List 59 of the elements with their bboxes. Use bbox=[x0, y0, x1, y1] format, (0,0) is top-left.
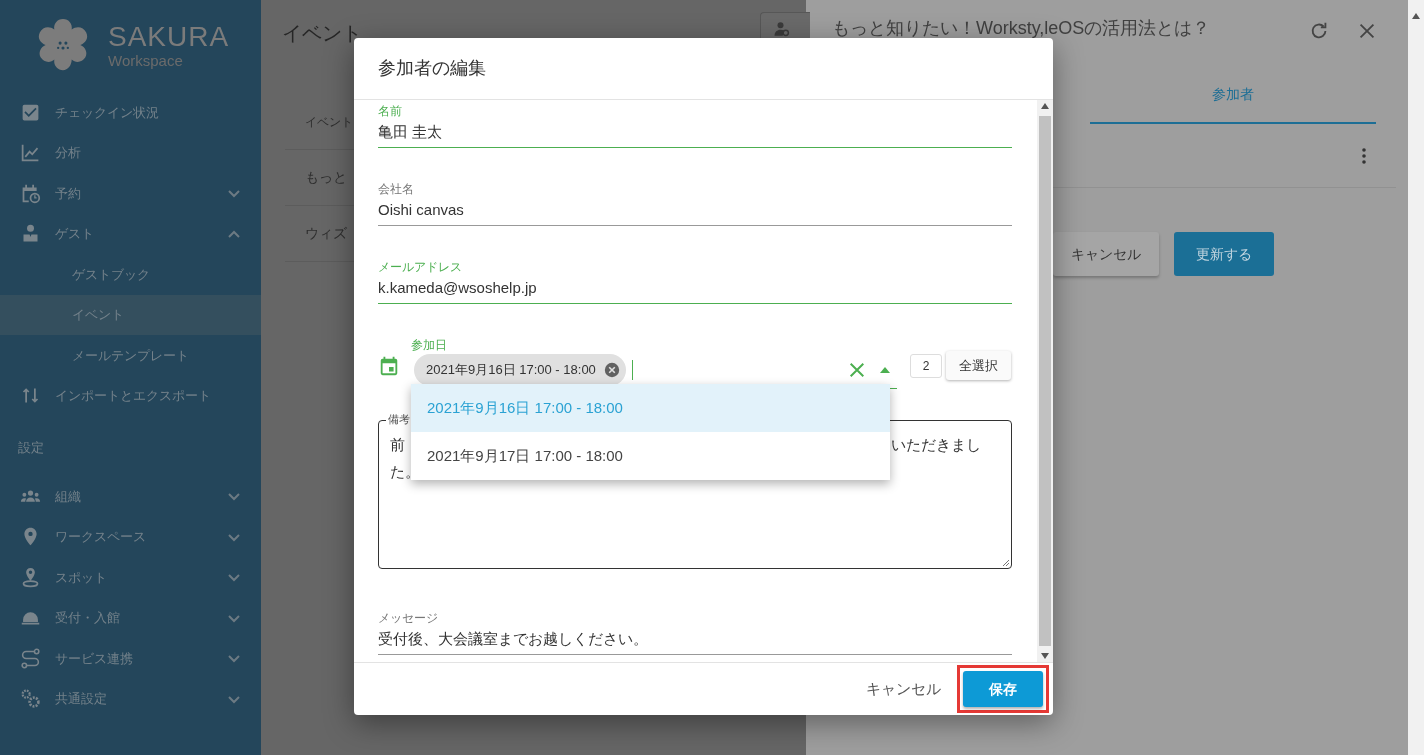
field-label: メールアドレス bbox=[378, 260, 463, 274]
brand-name: SAKURA bbox=[108, 22, 230, 52]
field-text: 前 bbox=[390, 435, 405, 455]
spot-pin-icon bbox=[20, 566, 41, 588]
update-button[interactable]: 更新する bbox=[1174, 232, 1274, 276]
tab[interactable]: 参加者 bbox=[1090, 62, 1376, 124]
dialog-title: 参加者の編集 bbox=[378, 57, 486, 80]
line-chart-icon bbox=[20, 142, 41, 164]
field-label: 参加日 bbox=[411, 338, 448, 352]
sidebar-item[interactable]: スポット bbox=[0, 557, 261, 598]
field-label: 備考 bbox=[386, 412, 412, 426]
field-label: 会社名 bbox=[378, 182, 415, 196]
person-icon bbox=[773, 19, 791, 38]
route-icon bbox=[20, 647, 41, 669]
select-all-button[interactable]: 全選択 bbox=[946, 351, 1011, 380]
sidebar-item[interactable]: インポートとエクスポート bbox=[0, 375, 261, 416]
input-field[interactable]: 受付後、大会議室までお越しください。 bbox=[378, 625, 1012, 655]
brand-subtitle: Workspace bbox=[108, 52, 184, 70]
sidebar-item[interactable]: サービス連携 bbox=[0, 638, 261, 679]
input-field[interactable]: k.kameda@wsoshelp.jp bbox=[378, 274, 1012, 304]
gears-icon bbox=[20, 688, 41, 710]
dropdown-option[interactable]: 2021年9月16日 17:00 - 18:00 bbox=[411, 384, 890, 432]
sidebar-item[interactable]: 受付・入館 bbox=[0, 597, 261, 638]
scroll-down-icon[interactable] bbox=[1041, 653, 1049, 659]
sidebar-item[interactable]: 共通設定 bbox=[0, 678, 261, 719]
cancel-button[interactable]: キャンセル bbox=[1053, 232, 1159, 276]
section-heading: 設定 bbox=[18, 439, 44, 458]
remove-icon[interactable] bbox=[603, 362, 620, 378]
scrollbar[interactable] bbox=[1408, 0, 1424, 755]
save-button[interactable]: 保存 bbox=[963, 671, 1043, 707]
chip[interactable]: 2021年9月16日 17:00 - 18:00 bbox=[414, 354, 626, 386]
field-label: メッセージ bbox=[378, 611, 439, 625]
sidebar-item[interactable]: ワークスペース bbox=[0, 516, 261, 557]
sidebar-item[interactable]: ゲスト bbox=[0, 213, 261, 254]
input-field[interactable]: Oishi canvas bbox=[378, 196, 1012, 226]
sidebar-subitem[interactable]: イベント bbox=[0, 294, 261, 335]
sidebar-item[interactable]: チェックイン状況 bbox=[0, 92, 261, 133]
sidebar-item[interactable]: 予約 bbox=[0, 173, 261, 214]
count-badge: 2 bbox=[910, 354, 942, 378]
scroll-up-icon[interactable] bbox=[1412, 13, 1420, 19]
input-field[interactable]: 亀田 圭太 bbox=[378, 118, 1012, 148]
sidebar-subitem[interactable]: メールテンプレート bbox=[0, 335, 261, 376]
calendar-clock-icon bbox=[20, 182, 41, 204]
calendar-icon bbox=[378, 355, 400, 377]
scroll-up-icon[interactable] bbox=[1041, 103, 1049, 109]
field-label: 名前 bbox=[378, 104, 403, 118]
sidebar-subitem[interactable]: ゲストブック bbox=[0, 254, 261, 295]
resize-grip-icon[interactable] bbox=[1002, 559, 1010, 567]
caret-icon[interactable] bbox=[880, 366, 890, 374]
page-title: イベント bbox=[282, 21, 362, 46]
field-text: いただきまし bbox=[891, 435, 981, 455]
clear-icon[interactable] bbox=[848, 361, 866, 379]
panel-title: もっと知りたい！Worksty,leOSの活用法とは？ bbox=[832, 16, 1212, 40]
more-options-icon[interactable] bbox=[1362, 147, 1366, 164]
cancel-button[interactable]: キャンセル bbox=[860, 676, 947, 702]
dropdown-option[interactable]: 2021年9月17日 17:00 - 18:00 bbox=[411, 432, 890, 480]
sidebar-item[interactable]: 組織 bbox=[0, 476, 261, 517]
sidebar-item[interactable]: 分析 bbox=[0, 132, 261, 173]
scrollbar[interactable] bbox=[1037, 100, 1053, 662]
